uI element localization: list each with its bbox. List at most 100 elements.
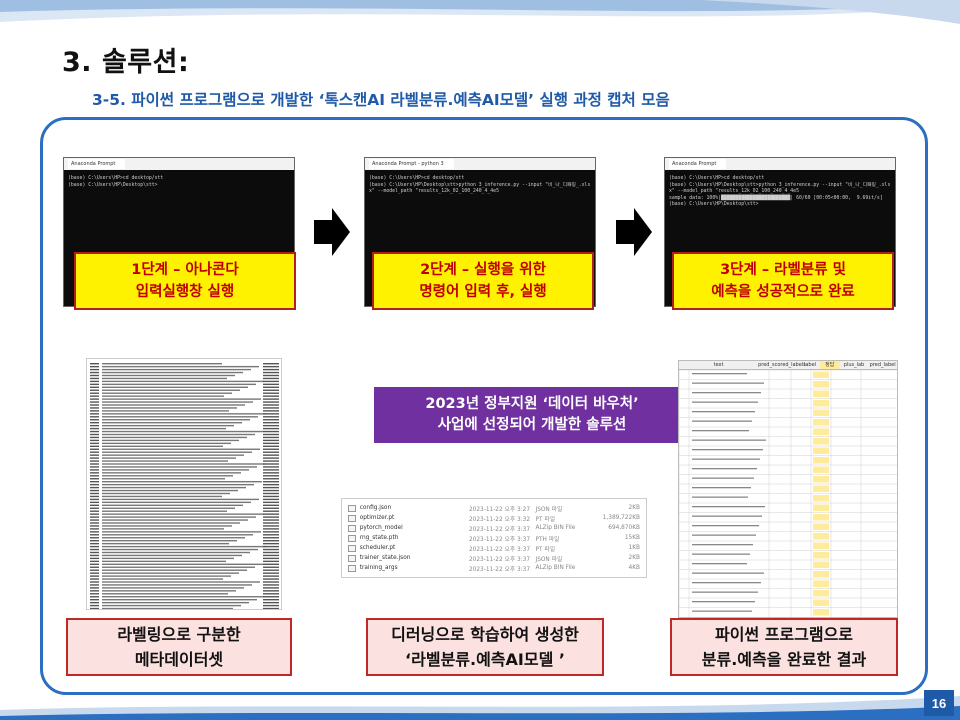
file-icon (348, 544, 356, 552)
doc-line-text (102, 537, 245, 539)
sheet-cell-text (692, 439, 766, 441)
doc-line-label (263, 422, 279, 424)
file-row[interactable]: config.json 2023-11-22 오후 3:27 JSON 파일 2KB (348, 503, 640, 513)
file-row[interactable]: training_args 2023-11-22 오후 3:37 ALZip BIN… (348, 563, 640, 573)
file-date: 2023-11-22 오후 3:37 (468, 536, 531, 543)
doc-line-number (90, 519, 99, 521)
doc-line-text (102, 525, 232, 527)
sheet-header: text (713, 362, 724, 368)
doc-line-label (263, 486, 279, 489)
file-row[interactable]: pytorch_model 2023-11-22 오후 3:37 ALZip BIN… (348, 523, 640, 533)
doc-line-label (263, 498, 279, 501)
doc-line-text (102, 599, 257, 601)
step-label-line1: 3단계 – 라벨분류 및 (720, 262, 846, 278)
doc-line-number (90, 601, 99, 604)
doc-line-number (90, 422, 99, 424)
doc-line-number (90, 578, 99, 580)
doc-line-number (90, 404, 99, 406)
doc-line-text (102, 575, 231, 577)
doc-line-text (102, 371, 243, 374)
caption-model: 디러닝으로 학습하여 생성한 ‘라벨분류.예측AI모델 ’ (366, 618, 604, 676)
file-size: 2KB (628, 555, 640, 561)
doc-line-label (263, 548, 279, 551)
doc-line-number (90, 584, 99, 586)
doc-line-text (102, 513, 264, 515)
file-row[interactable]: scheduler.pt 2023-11-22 오후 3:37 PT 파일 1KB (348, 543, 640, 553)
doc-line-label (263, 531, 279, 533)
doc-line-text (102, 590, 236, 592)
sheet-cell-text (692, 582, 761, 584)
terminal-output: (base) C:\Users\HP>cd desktop/stt (base) … (665, 170, 895, 215)
sheet-cell-text (692, 411, 755, 413)
terminal-titlebar: Anaconda Prompt - python 3 (365, 158, 595, 170)
doc-line-number (90, 363, 99, 365)
doc-line-label (263, 489, 279, 492)
file-row[interactable]: rng_state.pth 2023-11-22 오후 3:37 PTH 파일 15K… (348, 533, 640, 543)
doc-line-number (90, 371, 99, 374)
doc-line-label (263, 416, 279, 418)
government-voucher-banner: 2023년 정부지원 ‘데이터 바우처’ 사업에 선정되어 개발한 솔루션 (374, 387, 690, 443)
doc-line-label (263, 433, 279, 436)
doc-line-number (90, 498, 99, 501)
caption-line1: 라벨링으로 구분한 (117, 625, 241, 644)
doc-line-text (102, 472, 241, 474)
file-date: 2023-11-22 오후 3:37 (468, 526, 531, 533)
doc-line-number (90, 374, 99, 377)
file-row[interactable]: trainer_state.json 2023-11-22 오후 3:37 JSON… (348, 553, 640, 563)
sheet-cell-text (692, 401, 758, 403)
doc-line-text (102, 481, 262, 483)
doc-line-number (90, 587, 99, 589)
doc-line-label (263, 604, 279, 607)
file-icon (348, 564, 356, 572)
caption-line1: 파이썬 프로그램으로 (714, 625, 854, 644)
doc-line-number (90, 481, 99, 483)
sheet-cell-text (692, 392, 761, 394)
doc-line-text (102, 504, 243, 506)
doc-line-number (90, 419, 99, 421)
doc-line-text (102, 540, 237, 542)
doc-line-text (102, 534, 253, 536)
sheet-cell-text (692, 382, 764, 384)
doc-line-text (102, 563, 263, 565)
doc-line-text (102, 554, 242, 557)
doc-line-text (102, 383, 256, 386)
doc-line-label (263, 590, 279, 592)
file-date: 2023-11-22 오후 3:37 (468, 546, 531, 553)
doc-line-label (263, 457, 279, 459)
doc-line-text (102, 584, 252, 586)
doc-line-label (263, 510, 279, 512)
file-name: scheduler.pt (359, 545, 396, 551)
step-label-line2: 입력실행창 실행 (135, 284, 235, 300)
doc-line-number (90, 534, 99, 536)
file-type: JSON 파일 (535, 556, 563, 563)
doc-line-number (90, 377, 99, 380)
file-size: 2KB (628, 505, 640, 511)
file-type: PT 파일 (535, 516, 556, 523)
file-name: trainer_state.json (359, 555, 411, 561)
doc-line-label (263, 554, 279, 557)
doc-line-label (263, 516, 279, 518)
doc-line-number (90, 436, 99, 439)
doc-line-text (102, 368, 251, 371)
doc-line-label (263, 575, 279, 577)
step-label-line2: 명령어 입력 후, 실행 (419, 284, 547, 300)
doc-line-text (102, 478, 225, 480)
doc-line-number (90, 463, 99, 465)
doc-line-number (90, 510, 99, 512)
doc-line-text (102, 466, 257, 468)
sheet-grid-graphic (679, 369, 897, 617)
doc-line-label (263, 566, 279, 568)
doc-line-text (102, 422, 242, 424)
doc-line-text (102, 542, 229, 545)
doc-line-number (90, 427, 99, 430)
doc-line-number (90, 392, 99, 394)
terminal-line: (base) C:\Users\HP\Desktop\stt> (68, 182, 158, 188)
doc-line-text (102, 413, 266, 415)
step-label-line2: 예측을 성공적으로 완료 (711, 284, 855, 300)
doc-line-number (90, 472, 99, 474)
file-row[interactable]: optimizer.pt 2023-11-22 오후 3:32 PT 파일 1,389… (348, 513, 640, 523)
doc-line-label (263, 481, 279, 483)
caption-metadata: 라벨링으로 구분한 메타데이터셋 (66, 618, 292, 676)
doc-line-text (102, 439, 239, 442)
doc-line-label (263, 513, 279, 515)
